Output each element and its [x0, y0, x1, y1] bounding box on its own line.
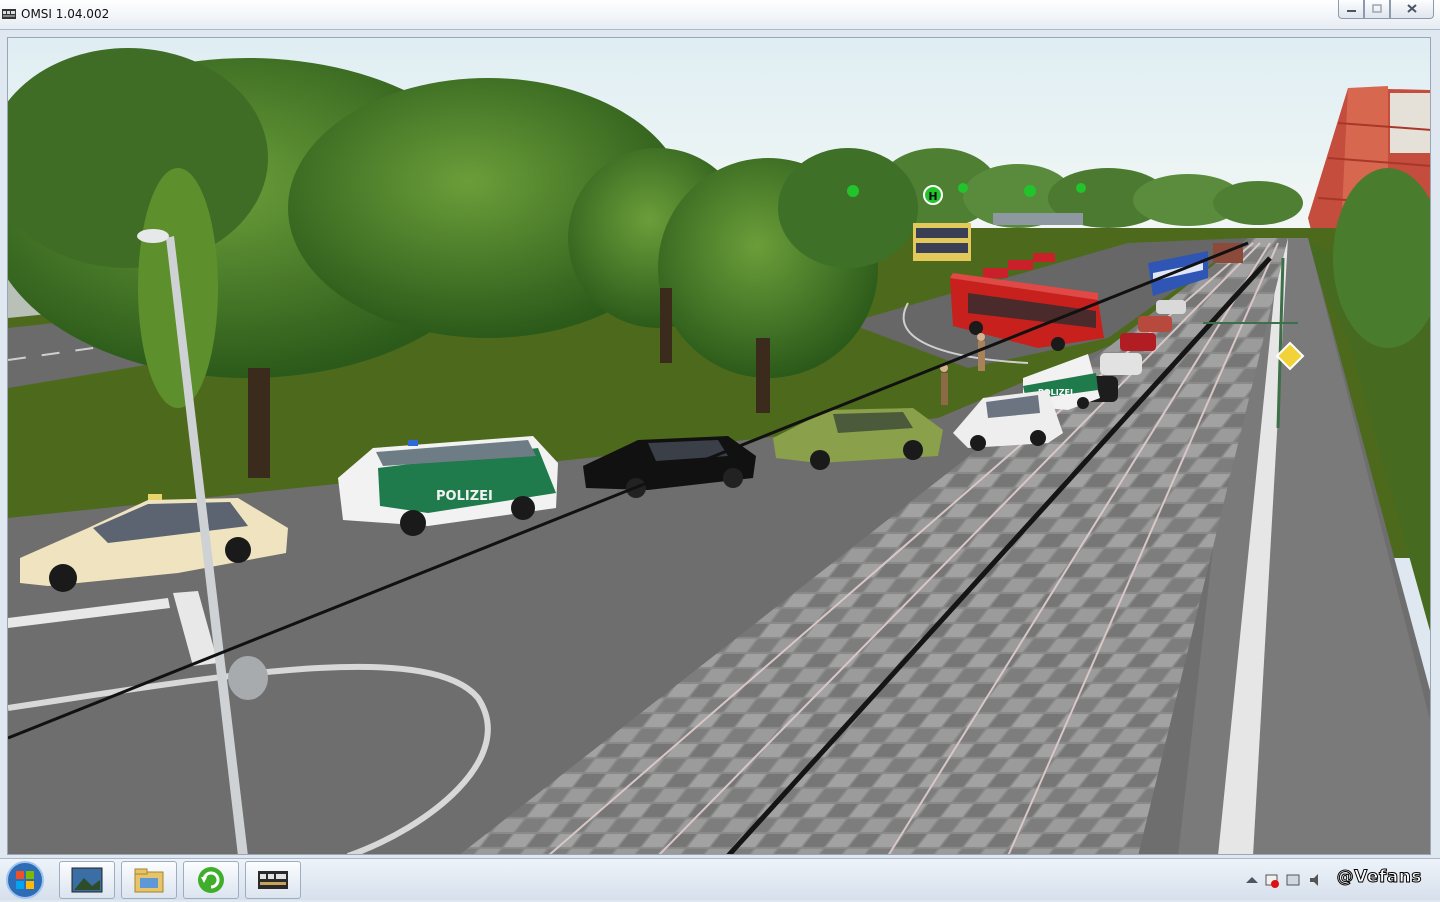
close-button[interactable] [1390, 0, 1434, 19]
taskbar-explorer-button[interactable] [121, 861, 177, 899]
taskbar-photo-button[interactable] [59, 861, 115, 899]
taskbar-refresh-button[interactable] [183, 861, 239, 899]
maximize-button[interactable] [1364, 0, 1390, 19]
window-title: OMSI 1.04.002 [21, 7, 110, 21]
bus-stop-letter: H [928, 190, 937, 203]
double-decker-bus [913, 223, 971, 261]
game-scene: H POLIZEI POLIZEI [8, 38, 1430, 854]
photo-viewer-icon [71, 867, 103, 893]
police-van-label: POLIZEI [436, 489, 493, 504]
refresh-icon [198, 867, 224, 893]
taskbar: @Vefans [0, 858, 1440, 900]
minimize-button[interactable] [1338, 0, 1364, 19]
show-hidden-icons-icon [1246, 877, 1258, 883]
system-tray: @Vefans [1242, 859, 1432, 901]
omsi-app-icon [2, 9, 16, 19]
window-controls [1338, 0, 1434, 19]
minimize-icon [1347, 10, 1356, 12]
tray-clock-watermark[interactable]: @Vefans [1336, 867, 1422, 888]
folder-icon [134, 868, 164, 893]
tray-icons [1246, 874, 1318, 888]
close-icon [1407, 4, 1417, 13]
maximize-icon [1372, 4, 1382, 13]
start-button[interactable] [5, 860, 45, 900]
bus-shelter [993, 213, 1083, 225]
window-titlebar: OMSI 1.04.002 [0, 0, 1440, 30]
omsi-bus-icon [258, 871, 288, 889]
taskbar-omsi-button[interactable] [245, 861, 301, 899]
game-viewport[interactable]: H POLIZEI POLIZEI [7, 37, 1431, 855]
